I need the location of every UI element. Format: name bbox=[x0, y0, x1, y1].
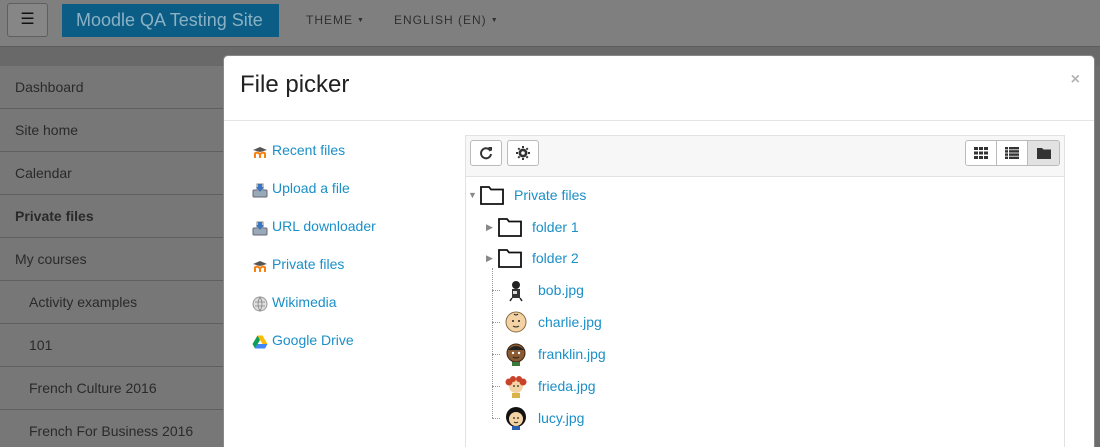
site-name-link[interactable]: Moodle QA Testing Site bbox=[62, 4, 279, 37]
nav-drawer: Dashboard Site home Calendar Private fil… bbox=[0, 66, 224, 447]
folder-icon bbox=[480, 186, 504, 205]
upload-icon bbox=[252, 182, 268, 198]
dialog-header: File picker × bbox=[224, 56, 1094, 121]
repo-label: Upload a file bbox=[272, 180, 350, 196]
tree-node-file[interactable]: franklin.jpg bbox=[504, 340, 606, 368]
moodle-icon bbox=[252, 144, 268, 160]
close-icon[interactable]: × bbox=[1071, 71, 1080, 89]
icons-view-button[interactable] bbox=[966, 141, 997, 165]
caret-down-icon: ▼ bbox=[490, 17, 499, 24]
tree-node-label: lucy.jpg bbox=[538, 410, 585, 426]
wikimedia-icon bbox=[252, 296, 268, 312]
tree-node-file[interactable]: lucy.jpg bbox=[504, 404, 584, 432]
repository-list: Recent files Upload a file URL downloade… bbox=[252, 142, 442, 370]
gear-icon bbox=[516, 146, 530, 160]
repo-label: Google Drive bbox=[272, 332, 354, 348]
repo-label: Private files bbox=[272, 256, 345, 272]
tree-node-folder[interactable]: ▶ folder 1 bbox=[486, 213, 579, 241]
sidebar-item-calendar[interactable]: Calendar bbox=[0, 152, 224, 195]
sidebar-item-course[interactable]: 101 bbox=[0, 324, 224, 367]
language-menu[interactable]: ENGLISH (EN) ▼ bbox=[394, 13, 499, 27]
tree-node-label: folder 1 bbox=[532, 219, 579, 235]
repo-upload-file[interactable]: Upload a file bbox=[252, 180, 442, 218]
repo-google-drive[interactable]: Google Drive bbox=[252, 332, 442, 370]
sidebar-item-dashboard[interactable]: Dashboard bbox=[0, 66, 224, 109]
franklin-thumbnail-icon bbox=[506, 343, 526, 366]
tree-node-label: folder 2 bbox=[532, 250, 579, 266]
collapsed-triangle-icon[interactable]: ▶ bbox=[486, 253, 498, 264]
tree-node-folder[interactable]: ▶ folder 2 bbox=[486, 244, 579, 272]
tree-view-icon bbox=[1036, 148, 1051, 159]
frieda-thumbnail-icon bbox=[505, 376, 527, 398]
file-browser-panel: ▼ Private files ▶ folder 1 ▶ folder 2 bo… bbox=[465, 135, 1065, 447]
list-view-button[interactable] bbox=[997, 141, 1028, 165]
bob-thumbnail-icon bbox=[509, 281, 523, 302]
google-drive-icon bbox=[252, 334, 268, 350]
sidebar-item-course[interactable]: French Culture 2016 bbox=[0, 367, 224, 410]
repo-label: Recent files bbox=[272, 142, 346, 158]
tree-node-label: bob.jpg bbox=[538, 282, 584, 298]
collapsed-triangle-icon[interactable]: ▶ bbox=[486, 222, 498, 233]
sidebar-item-site-home[interactable]: Site home bbox=[0, 109, 224, 152]
lucy-thumbnail-icon bbox=[506, 407, 526, 430]
dialog-title: File picker bbox=[240, 71, 350, 98]
tree-guide-line bbox=[492, 418, 500, 419]
sidebar-item-private-files[interactable]: Private files bbox=[0, 195, 224, 238]
refresh-icon bbox=[480, 147, 492, 160]
charlie-thumbnail-icon bbox=[505, 311, 527, 333]
repo-url-downloader[interactable]: URL downloader bbox=[252, 218, 442, 256]
top-navbar: ☰ Moodle QA Testing Site THEME ▼ ENGLISH … bbox=[0, 0, 1100, 46]
folder-icon bbox=[498, 249, 522, 268]
tree-guide-line bbox=[492, 354, 500, 355]
tree-node-file[interactable]: bob.jpg bbox=[504, 276, 584, 304]
tree-node-label: franklin.jpg bbox=[538, 346, 606, 362]
repo-recent-files[interactable]: Recent files bbox=[252, 142, 442, 180]
sidebar-item-my-courses[interactable]: My courses bbox=[0, 238, 224, 281]
caret-down-icon: ▼ bbox=[357, 17, 365, 24]
repo-label: Wikimedia bbox=[272, 294, 337, 310]
tree-node-file[interactable]: charlie.jpg bbox=[504, 308, 602, 336]
tree-node-root[interactable]: ▼ Private files bbox=[468, 181, 586, 209]
folder-icon bbox=[498, 218, 522, 237]
repo-label: URL downloader bbox=[272, 218, 376, 234]
file-tree: ▼ Private files ▶ folder 1 ▶ folder 2 bo… bbox=[466, 178, 1064, 447]
tree-guide-line bbox=[492, 386, 500, 387]
moodle-icon bbox=[252, 258, 268, 274]
tree-guide-line bbox=[492, 290, 500, 291]
tree-node-label: Private files bbox=[514, 187, 587, 203]
sidebar-item-course[interactable]: Activity examples bbox=[0, 281, 224, 324]
repo-wikimedia[interactable]: Wikimedia bbox=[252, 294, 442, 332]
theme-menu[interactable]: THEME ▼ bbox=[306, 13, 365, 27]
refresh-button[interactable] bbox=[470, 140, 502, 166]
tree-node-label: charlie.jpg bbox=[538, 314, 602, 330]
tree-view-button[interactable] bbox=[1028, 141, 1059, 165]
file-browser-toolbar bbox=[466, 136, 1064, 177]
hamburger-icon[interactable]: ☰ bbox=[7, 3, 48, 37]
repo-private-files[interactable]: Private files bbox=[252, 256, 442, 294]
tree-node-file[interactable]: frieda.jpg bbox=[504, 372, 596, 400]
url-download-icon bbox=[252, 220, 268, 236]
tree-node-label: frieda.jpg bbox=[538, 378, 596, 394]
expanded-triangle-icon[interactable]: ▼ bbox=[468, 190, 480, 200]
list-view-icon bbox=[1005, 147, 1019, 159]
file-picker-dialog: File picker × Recent files Upload a file… bbox=[223, 55, 1095, 447]
sidebar-item-course[interactable]: French For Business 2016 bbox=[0, 410, 224, 447]
tree-guide-line bbox=[492, 322, 500, 323]
icons-view-icon bbox=[974, 147, 988, 159]
settings-button[interactable] bbox=[507, 140, 539, 166]
view-mode-switcher bbox=[965, 140, 1060, 166]
